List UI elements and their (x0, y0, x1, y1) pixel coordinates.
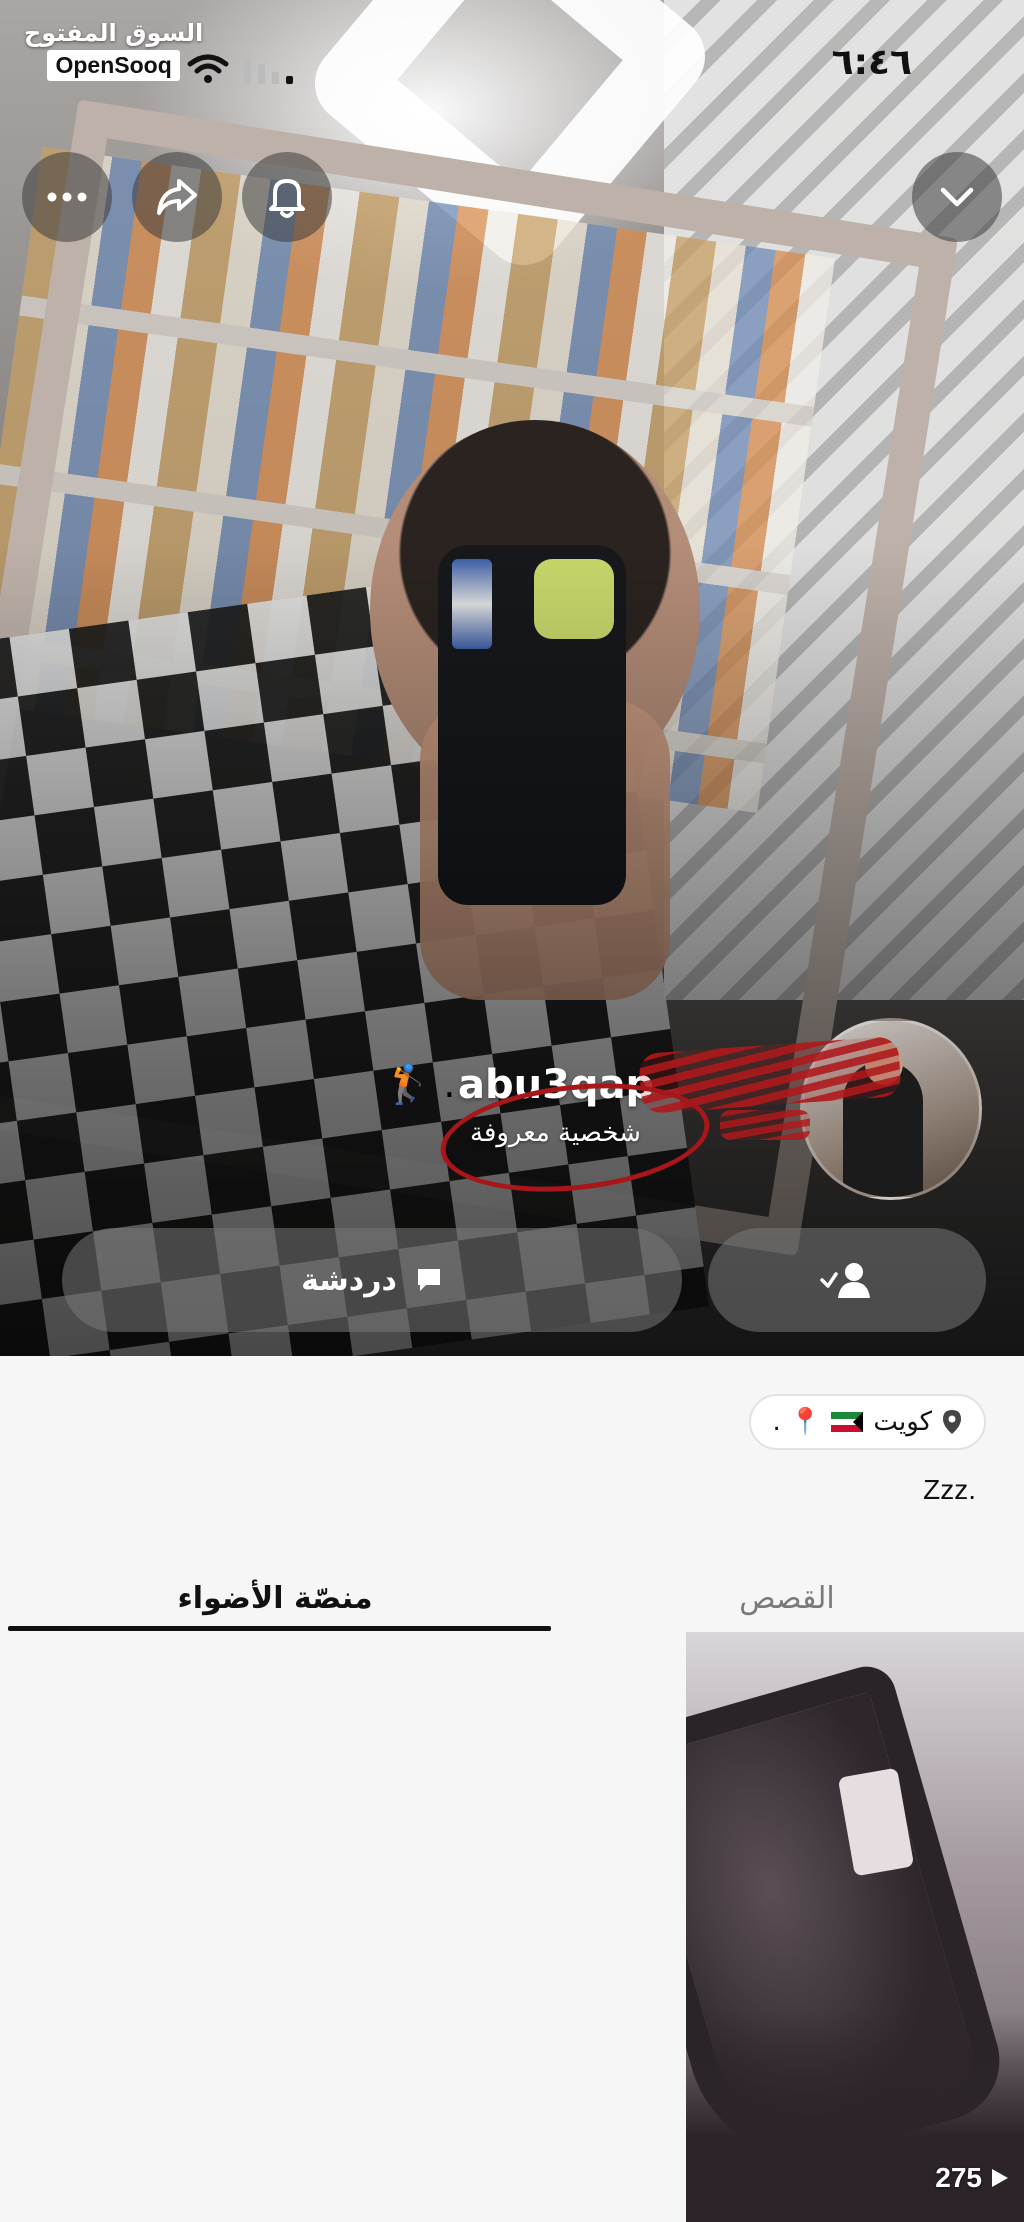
friend-status-button[interactable] (708, 1228, 986, 1332)
profile-bio: Zzz. (923, 1474, 976, 1505)
active-tab-indicator (8, 1626, 551, 1631)
share-button[interactable] (132, 152, 222, 242)
view-count: 275 (935, 2162, 1010, 2194)
brand-english: OpenSooq (47, 50, 180, 82)
brand-arabic: السوق المفتوح (24, 19, 204, 47)
friend-added-icon (820, 1263, 870, 1298)
more-options-button[interactable] (22, 152, 112, 242)
notifications-button[interactable] (242, 152, 332, 242)
play-icon (992, 2169, 1008, 2187)
share-arrow-icon (157, 179, 197, 215)
status-bar: السوق المفتوح OpenSooq ٦:٤٦ (0, 0, 1024, 120)
profile-hero: السوق المفتوح OpenSooq ٦:٤٦ 🏌️ . abu3qap… (0, 0, 1024, 1356)
kuwait-flag-icon (831, 1412, 864, 1432)
status-time: ٦:٤٦ (831, 42, 912, 83)
chat-bubble-icon (417, 1269, 440, 1291)
collapse-button[interactable] (912, 152, 1002, 242)
username-emoji: 🏌️ . (384, 1062, 456, 1106)
location-chip[interactable]: كويت 📍 . (748, 1394, 986, 1450)
cellular-signal-icon (244, 58, 293, 84)
spotlight-tile[interactable]: 275 (686, 1632, 1024, 2222)
map-pin-icon (943, 1410, 961, 1434)
chevron-down-icon (940, 187, 974, 207)
wifi-icon (187, 54, 229, 83)
tab-stories[interactable]: القصص (550, 1552, 1024, 1644)
location-extra: 📍 . (772, 1407, 822, 1437)
chat-label: دردشة (301, 1262, 397, 1298)
chat-button[interactable]: دردشة (62, 1228, 682, 1332)
view-count-value: 275 (935, 2162, 982, 2193)
opensooq-watermark: السوق المفتوح OpenSooq (24, 19, 204, 82)
bell-icon (269, 179, 305, 218)
location-text: كويت (873, 1407, 932, 1437)
ellipsis-icon (47, 192, 87, 202)
